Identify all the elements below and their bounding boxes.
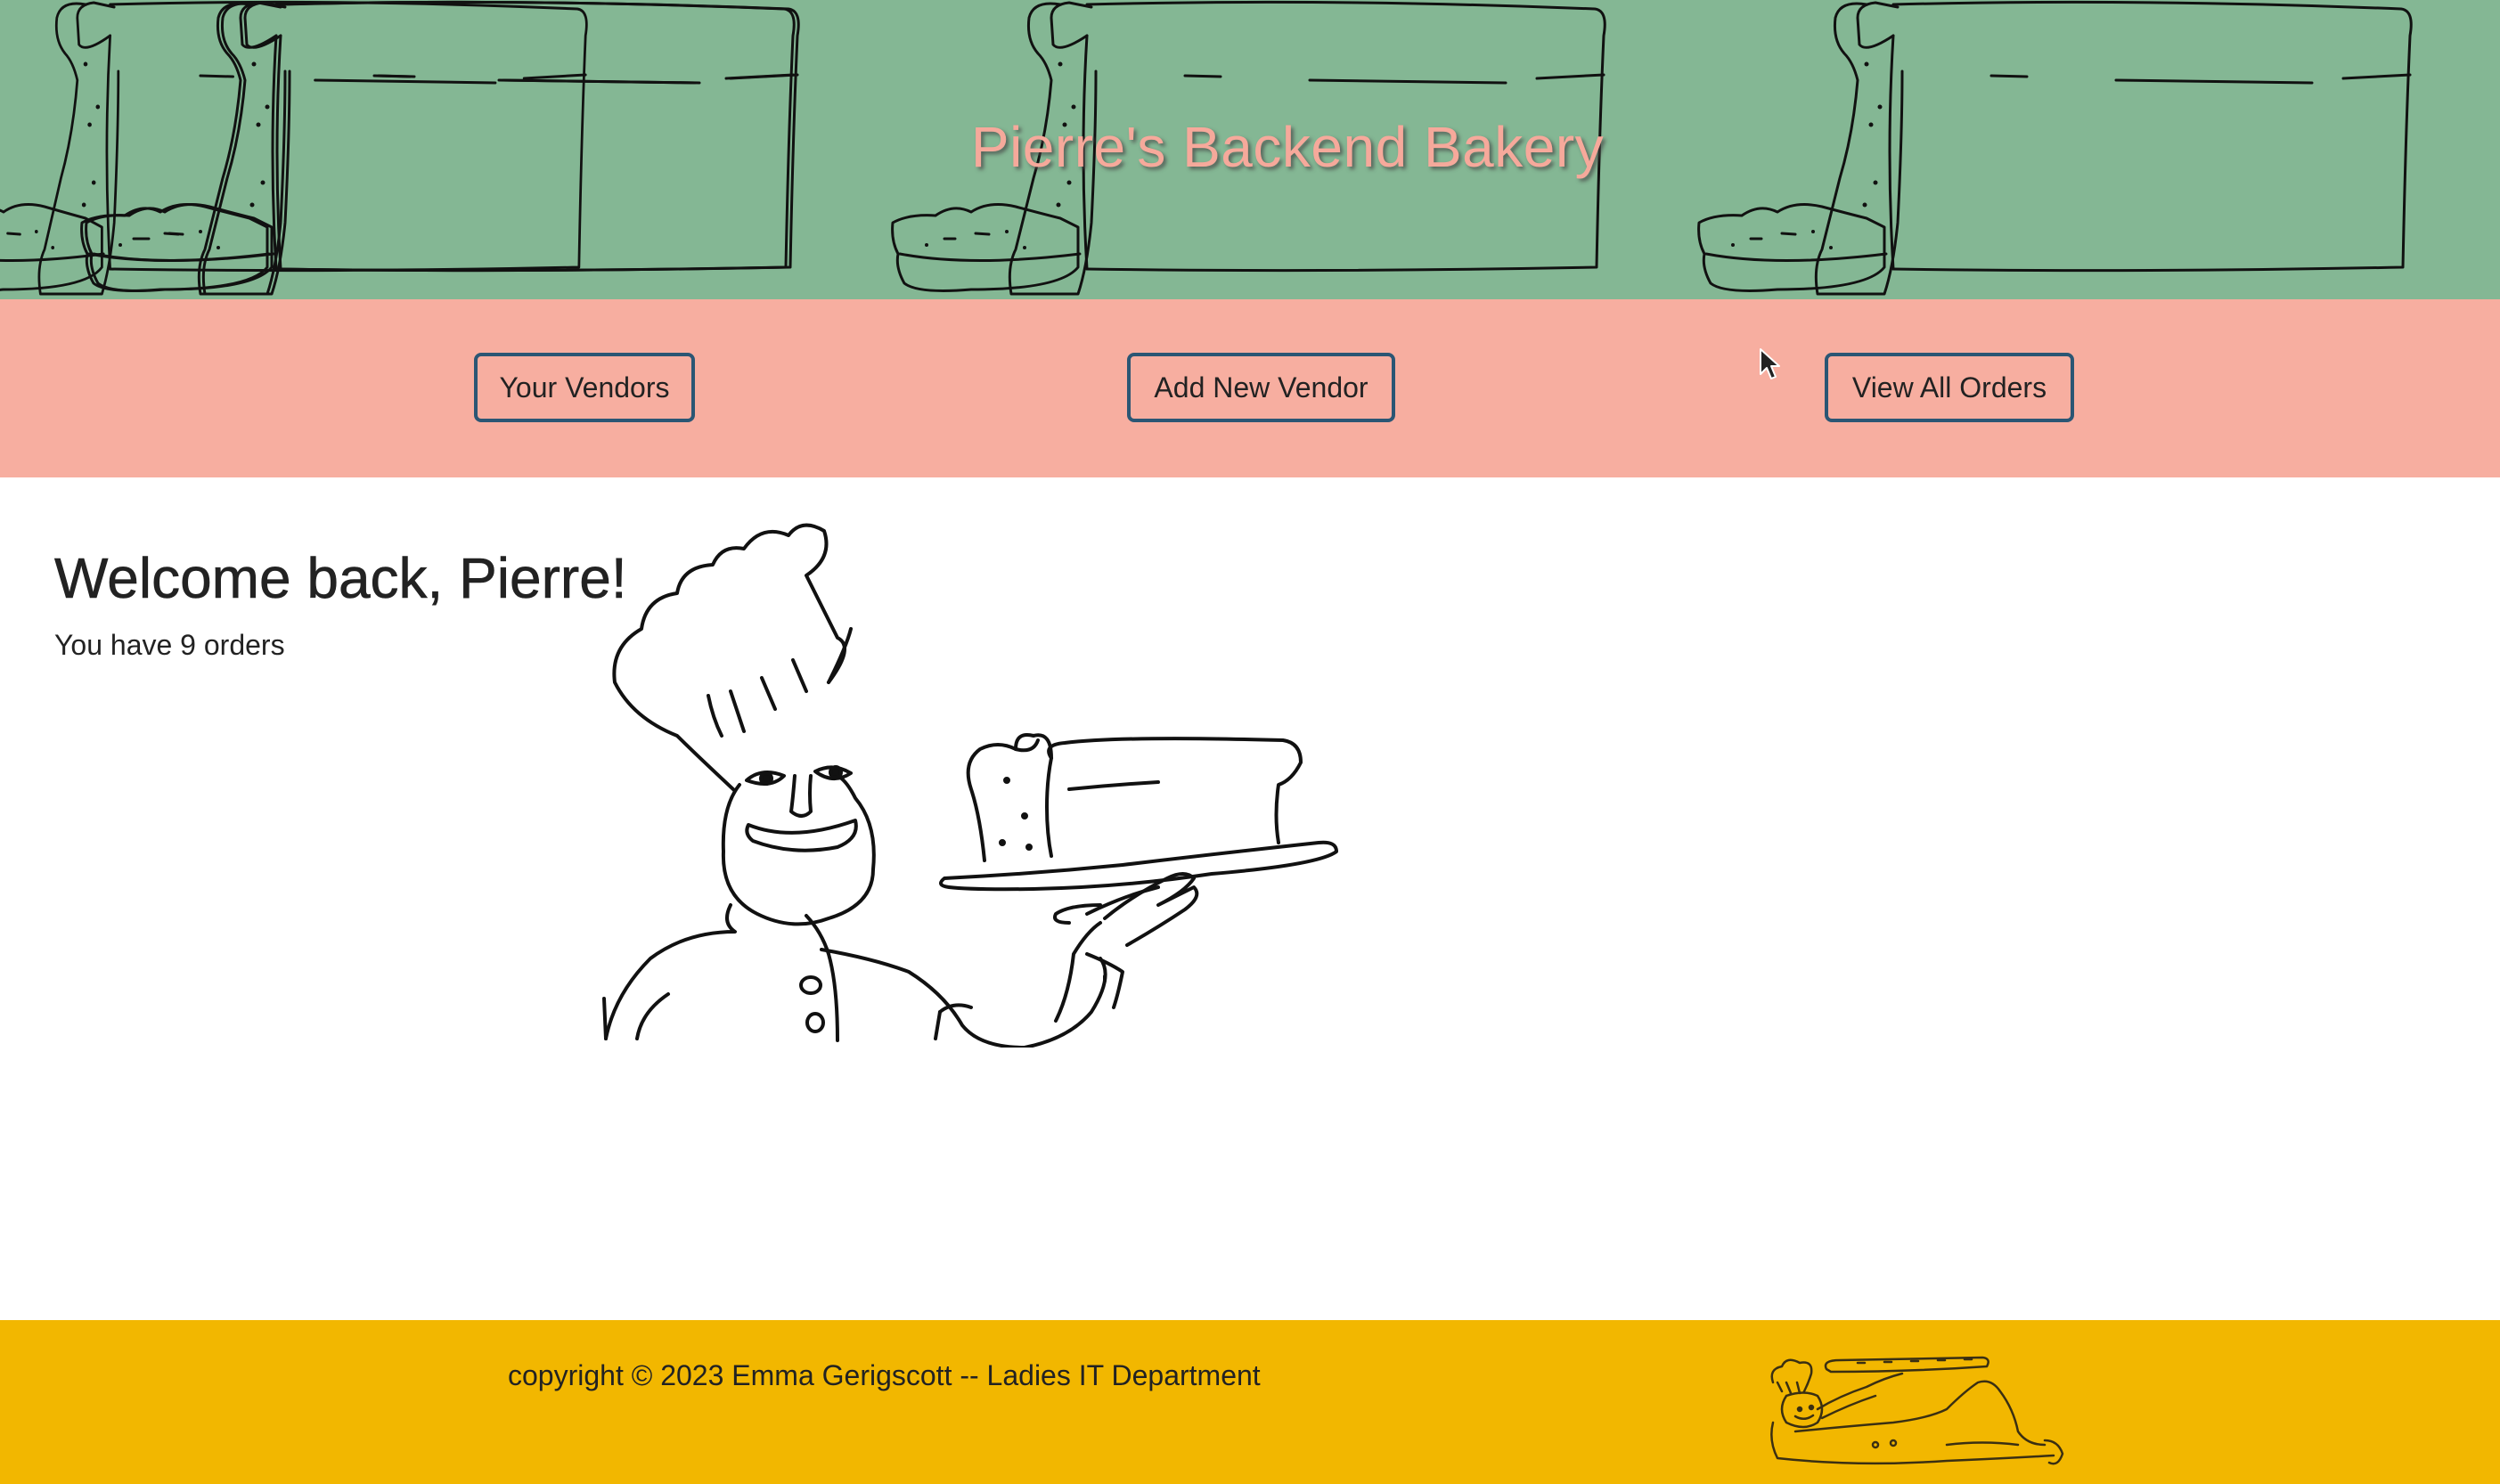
add-new-vendor-button[interactable]: Add New Vendor xyxy=(1127,353,1395,422)
main-content: Welcome back, Pierre! You have 9 orders xyxy=(0,477,2500,1320)
site-footer: copyright © 2023 Emma Gerigscott -- Ladi… xyxy=(0,1320,2500,1484)
nav-bar: Your Vendors Add New Vendor View All Ord… xyxy=(0,299,2500,477)
site-header: Pierre's Backend Bakery xyxy=(0,0,2500,299)
welcome-heading: Welcome back, Pierre! xyxy=(54,546,627,611)
mouse-pointer-icon xyxy=(1760,348,1780,379)
orders-count-text: You have 9 orders xyxy=(54,629,285,661)
chef-holding-bread-illustration xyxy=(602,523,1338,1048)
copyright-text: copyright © 2023 Emma Gerigscott -- Ladi… xyxy=(508,1359,1261,1391)
your-vendors-button[interactable]: Your Vendors xyxy=(474,353,695,422)
view-all-orders-button[interactable]: View All Orders xyxy=(1825,353,2074,422)
site-title: Pierre's Backend Bakery xyxy=(970,115,1605,179)
reclining-chef-icon xyxy=(1770,1356,2064,1465)
